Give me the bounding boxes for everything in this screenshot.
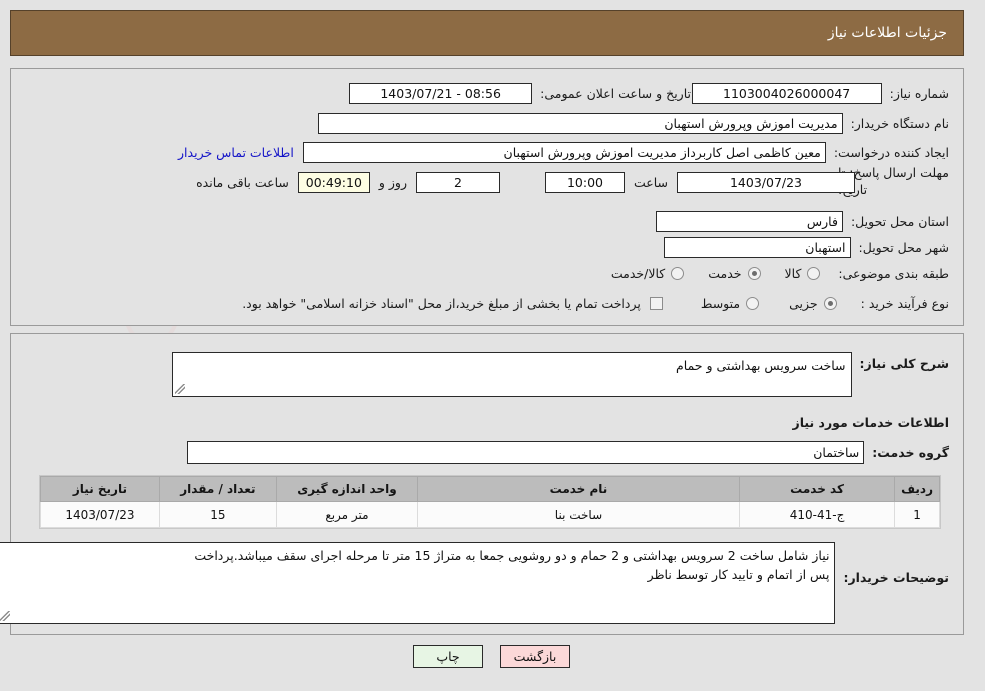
buyer-org-label: نام دستگاه خریدار: <box>851 115 950 131</box>
category-option-kala-label: کالا <box>785 265 803 281</box>
general-description-label: شرح کلی نیاز: <box>860 356 950 371</box>
category-option-kala-khedmat[interactable]: کالا/خدمت <box>611 265 686 281</box>
action-button-bar: بازگشت چاپ <box>0 645 985 668</box>
category-label: طبقه بندی موضوعی: <box>839 265 950 281</box>
row-need-number: شماره نیاز: 1103004026000047 <box>692 81 950 105</box>
category-option-kala[interactable]: کالا <box>786 266 822 281</box>
radio-kala-khedmat-icon[interactable] <box>672 266 686 280</box>
deadline-days-suffix: روز و <box>379 174 408 190</box>
service-group-label: گروه خدمت: <box>873 444 950 460</box>
deadline-hour-label: ساعت <box>634 174 669 190</box>
buyer-contact-link[interactable]: اطلاعات تماس خریدار <box>179 145 295 160</box>
cell-need-date: 1403/07/23 <box>41 501 161 528</box>
row-category: طبقه بندی موضوعی: کالا خدمت کالا/خدمت <box>612 261 950 285</box>
treasury-note-text: پرداخت تمام یا بخشی از مبلغ خرید،از محل … <box>243 295 642 311</box>
province-label: استان محل تحویل: <box>851 213 950 229</box>
creator-value: معین کاظمی اصل کاربرداز مدیریت اموزش وپر… <box>303 141 827 163</box>
process-option-jozei[interactable]: جزیی <box>790 296 838 311</box>
service-group-value: ساختمان <box>188 440 866 464</box>
row-buyer-org: نام دستگاه خریدار: مدیریت اموزش وپرورش ا… <box>318 111 950 135</box>
need-number-value: 1103004026000047 <box>692 82 883 104</box>
deadline-countdown-value: 00:49:10 <box>298 171 371 193</box>
row-province: استان محل تحویل: فارس <box>656 209 950 233</box>
cell-quantity: 15 <box>159 501 278 528</box>
city-value: استهبان <box>664 236 852 258</box>
row-general-description: شرح کلی نیاز: ساخت سرویس بهداشتی و حمام <box>172 352 950 397</box>
city-label: شهر محل تحویل: <box>859 239 950 255</box>
deadline-date-value: 1403/07/23 <box>678 171 856 193</box>
creator-label: ایجاد کننده درخواست: <box>834 144 950 160</box>
services-table: ردیف کد خدمت نام خدمت واحد اندازه گیری ت… <box>41 476 941 528</box>
buyer-notes-line-1: نیاز شامل ساخت 2 سرویس بهداشتی و 2 حمام … <box>195 548 831 563</box>
col-quantity: تعداد / مقدار <box>159 476 278 502</box>
col-service-name: نام خدمت <box>418 476 741 502</box>
deadline-countdown-suffix: ساعت باقی مانده <box>197 174 290 190</box>
treasury-checkbox[interactable] <box>650 296 664 310</box>
need-number-label: شماره نیاز: <box>890 85 950 101</box>
row-buyer-notes: توضیحات خریدار: نیاز شامل ساخت 2 سرویس ب… <box>0 542 950 624</box>
radio-kala-icon[interactable] <box>808 266 822 280</box>
province-value: فارس <box>656 210 844 232</box>
announce-datetime-label: تاریخ و ساعت اعلان عمومی: <box>541 85 692 101</box>
deadline-hour-value: 10:00 <box>545 171 626 193</box>
need-details-panel: شرح کلی نیاز: ساخت سرویس بهداشتی و حمام … <box>0 333 965 635</box>
cell-radif: 1 <box>895 501 941 528</box>
announce-datetime-value: 08:56 - 1403/07/21 <box>350 82 534 104</box>
radio-motavaset-icon[interactable] <box>747 296 761 310</box>
col-radif: ردیف <box>895 476 941 502</box>
process-option-jozei-label: جزیی <box>790 295 819 311</box>
general-description-value[interactable]: ساخت سرویس بهداشتی و حمام <box>172 352 853 397</box>
deadline-days-value: 2 <box>416 171 501 193</box>
buyer-notes-label: توضیحات خریدار: <box>844 570 950 585</box>
process-option-motavaset-label: متوسط <box>701 295 742 311</box>
col-need-date: تاریخ نیاز <box>41 476 161 502</box>
cell-service-name: ساخت بنا <box>418 501 741 528</box>
cell-unit: متر مربع <box>276 501 420 528</box>
radio-jozei-icon[interactable] <box>824 296 838 310</box>
col-service-code: کد خدمت <box>739 476 897 502</box>
row-process-type: نوع فرآیند خرید : جزیی متوسط پرداخت تمام… <box>243 291 950 315</box>
need-summary-panel: شماره نیاز: 1103004026000047 تاریخ و ساع… <box>11 68 965 326</box>
buyer-notes-value[interactable]: نیاز شامل ساخت 2 سرویس بهداشتی و 2 حمام … <box>0 542 837 624</box>
services-heading: اطلاعات خدمات مورد نیاز <box>793 414 951 430</box>
row-deadline-fields: 1403/07/23 ساعت 10:00 2 روز و 00:49:10 س… <box>197 170 856 194</box>
back-button[interactable]: بازگشت <box>501 645 571 668</box>
process-option-motavaset[interactable]: متوسط <box>701 295 761 311</box>
buyer-notes-line-2: پس از اتمام و تایید کار توسط ناظر <box>648 567 831 582</box>
table-row: 1 ج-41-410 ساخت بنا متر مربع 15 1403/07/… <box>41 501 941 528</box>
page-title: جزئیات اطلاعات نیاز <box>828 25 948 41</box>
category-option-khedmat-label: خدمت <box>709 265 743 281</box>
row-service-group: گروه خدمت: ساختمان <box>188 440 950 464</box>
category-option-kala-khedmat-label: کالا/خدمت <box>611 265 667 281</box>
print-button[interactable]: چاپ <box>414 645 484 668</box>
page-root: جزئیات اطلاعات نیاز AnaTender.net شماره … <box>0 0 985 691</box>
table-header-row: ردیف کد خدمت نام خدمت واحد اندازه گیری ت… <box>41 476 941 502</box>
category-option-khedmat[interactable]: خدمت <box>709 265 762 281</box>
process-type-label: نوع فرآیند خرید : <box>861 295 950 311</box>
col-unit: واحد اندازه گیری <box>276 476 420 502</box>
cell-service-code: ج-41-410 <box>739 501 897 528</box>
buyer-org-value: مدیریت اموزش وپرورش استهبان <box>318 112 844 134</box>
row-request-creator: ایجاد کننده درخواست: معین کاظمی اصل کارب… <box>179 140 950 164</box>
page-header: جزئیات اطلاعات نیاز <box>11 10 965 56</box>
radio-khedmat-icon[interactable] <box>748 266 762 280</box>
row-city: شهر محل تحویل: استهبان <box>664 235 950 259</box>
row-services-heading: اطلاعات خدمات مورد نیاز <box>794 410 951 434</box>
row-announce-datetime: تاریخ و ساعت اعلان عمومی: 08:56 - 1403/0… <box>350 81 692 105</box>
